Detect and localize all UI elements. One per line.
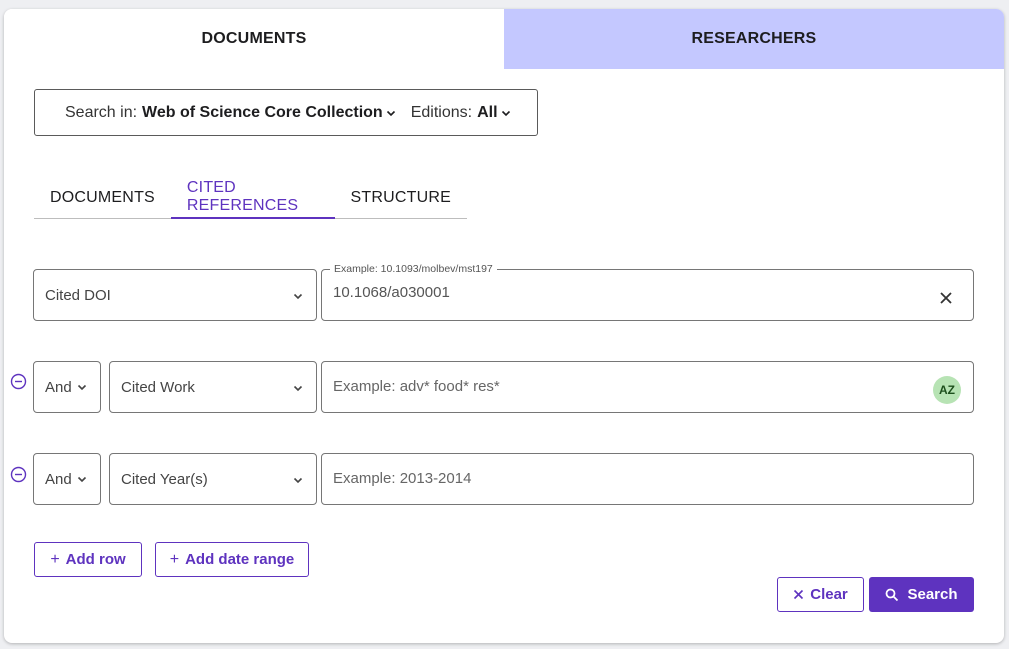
- search-in-label: Search in:: [65, 103, 138, 121]
- subtab-documents[interactable]: DOCUMENTS: [34, 177, 171, 219]
- abbreviation-list-icon[interactable]: AZ: [933, 376, 961, 404]
- chevron-down-icon: [293, 385, 303, 392]
- add-row-button[interactable]: + Add row: [34, 542, 142, 577]
- clear-label: Clear: [810, 586, 848, 603]
- input-placeholder: Example: 2013-2014: [333, 470, 472, 487]
- subtab-structure[interactable]: STRUCTURE: [335, 177, 467, 219]
- cited-years-input[interactable]: Example: 2013-2014: [321, 453, 974, 505]
- tab-researchers[interactable]: RESEARCHERS: [504, 9, 1004, 69]
- add-date-range-button[interactable]: + Add date range: [155, 542, 309, 577]
- chevron-down-icon: [501, 110, 510, 116]
- field-select-label: Cited Work: [121, 378, 195, 396]
- chevron-down-icon: [77, 384, 86, 391]
- input-value: 10.1068/a030001: [333, 284, 450, 301]
- chevron-down-icon: [386, 110, 395, 116]
- chevron-down-icon: [293, 477, 303, 484]
- chevron-down-icon: [293, 293, 303, 300]
- clear-button[interactable]: Clear: [777, 577, 864, 612]
- add-date-range-label: Add date range: [185, 551, 295, 568]
- remove-row-icon[interactable]: [10, 373, 27, 390]
- plus-icon: +: [169, 550, 180, 568]
- search-button[interactable]: Search: [869, 577, 974, 612]
- operator-label: And: [45, 378, 72, 396]
- editions-label: Editions:: [410, 103, 473, 121]
- field-select-label: Cited Year(s): [121, 470, 208, 488]
- tab-documents[interactable]: DOCUMENTS: [4, 9, 504, 69]
- cited-work-input[interactable]: Example: adv* food* res* AZ: [321, 361, 974, 413]
- search-label: Search: [907, 586, 958, 603]
- close-icon: [794, 589, 804, 600]
- close-icon[interactable]: [939, 291, 953, 305]
- field-select-cited-work[interactable]: Cited Work: [109, 361, 317, 413]
- editions-dropdown[interactable]: All: [477, 104, 497, 122]
- remove-row-icon[interactable]: [10, 466, 27, 483]
- search-card: DOCUMENTS RESEARCHERS Search in: Web of …: [4, 9, 1004, 643]
- field-select-cited-years[interactable]: Cited Year(s): [109, 453, 317, 505]
- subtab-cited-references[interactable]: CITED REFERENCES: [170, 177, 335, 219]
- input-placeholder: Example: adv* food* res*: [333, 378, 500, 395]
- operator-label: And: [45, 470, 72, 488]
- collection-dropdown[interactable]: Web of Science Core Collection: [142, 104, 383, 122]
- field-select-cited-doi[interactable]: Cited DOI: [33, 269, 317, 321]
- chevron-down-icon: [77, 476, 86, 483]
- search-type-tabs: DOCUMENTS CITED REFERENCES STRUCTURE: [34, 177, 467, 219]
- field-select-label: Cited DOI: [45, 286, 111, 304]
- operator-select[interactable]: And: [33, 361, 101, 413]
- database-selector: Search in: Web of Science Core Collectio…: [34, 89, 538, 136]
- search-icon: [886, 588, 899, 601]
- plus-icon: +: [50, 550, 60, 568]
- cited-doi-input[interactable]: Example: 10.1093/molbev/mst197 10.1068/a…: [321, 263, 974, 321]
- operator-select[interactable]: And: [33, 453, 101, 505]
- add-row-label: Add row: [65, 551, 126, 568]
- example-label: Example: 10.1093/molbev/mst197: [330, 263, 497, 275]
